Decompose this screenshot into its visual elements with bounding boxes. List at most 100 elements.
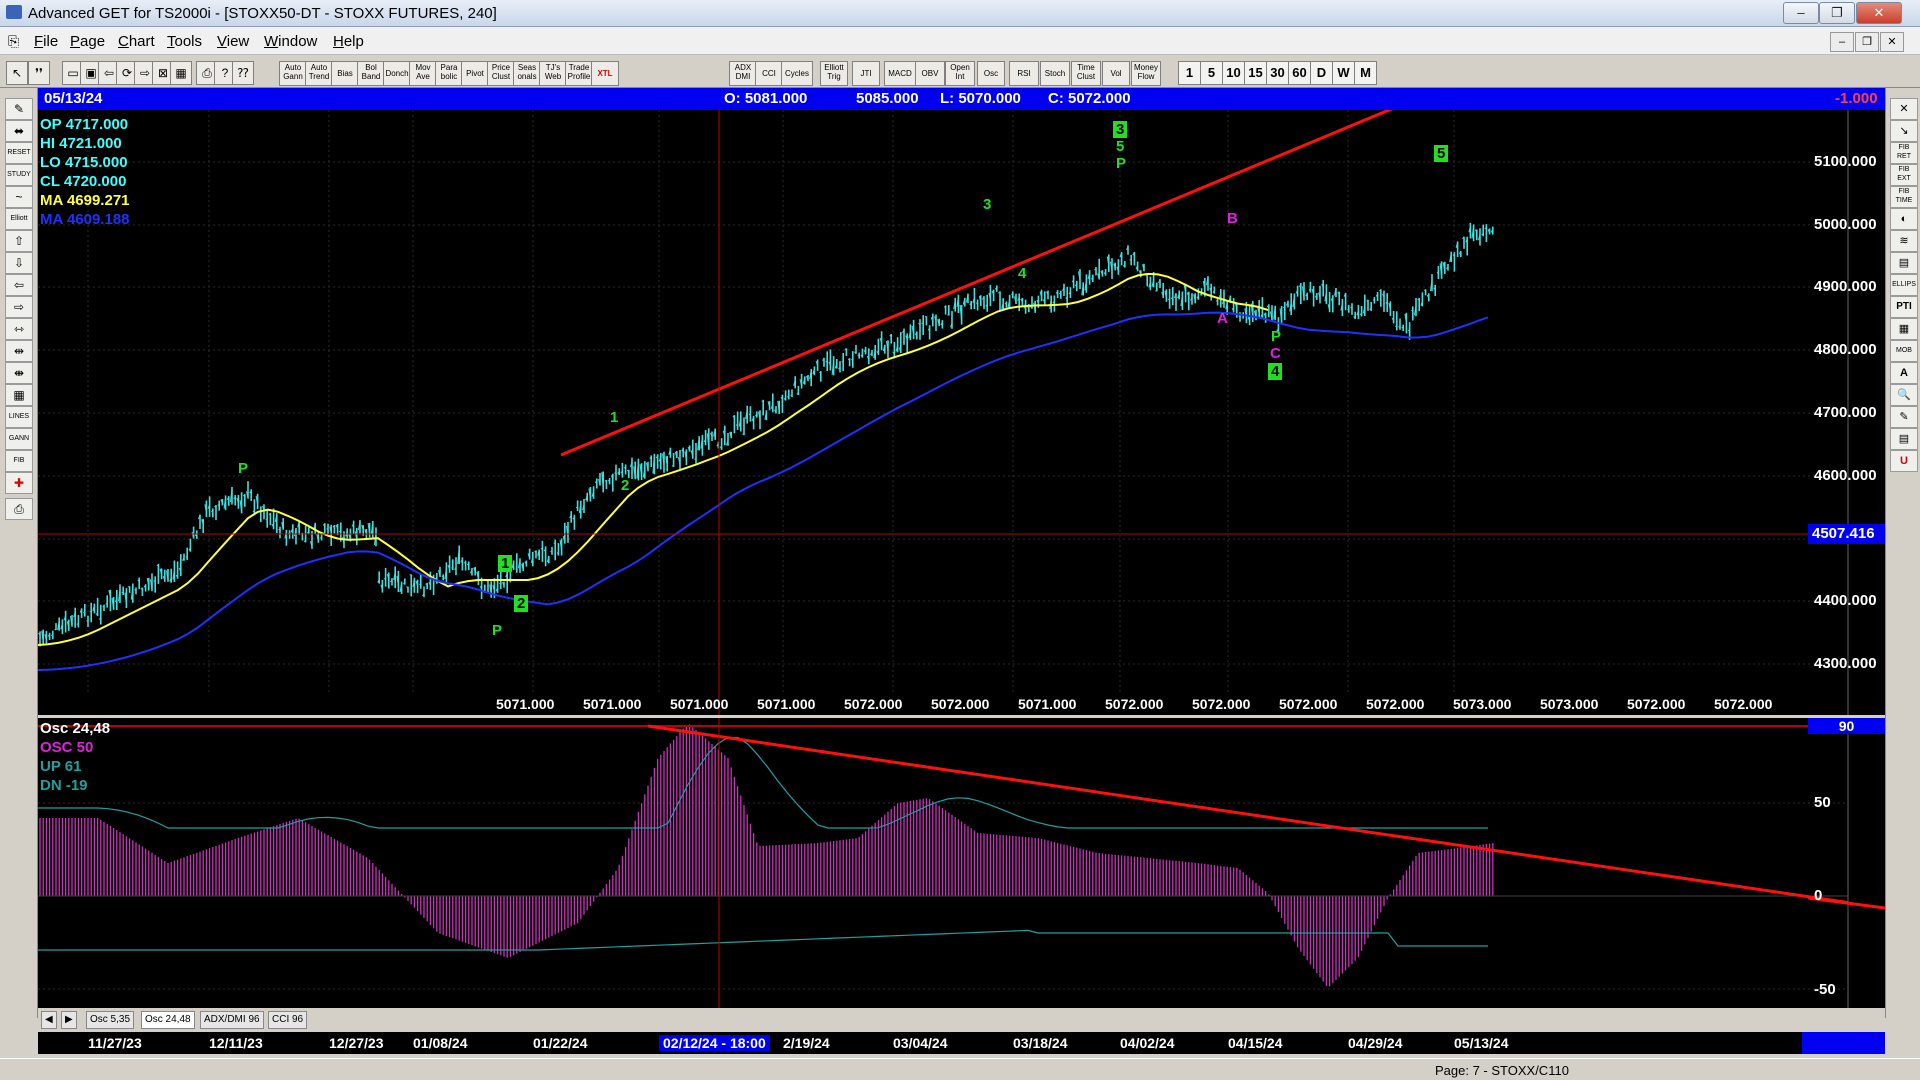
tool-macd[interactable]: MACD (884, 61, 916, 86)
price-chart[interactable]: OP 4717.000 HI 4721.000 LO 4715.000 CL 4… (38, 110, 1885, 715)
tool-osc[interactable]: Osc (977, 61, 1005, 86)
rtool-delete-icon[interactable]: ✕ (1890, 98, 1918, 120)
tab-osc-5-35[interactable]: Osc 5,35 (86, 1011, 135, 1029)
tool-xtl[interactable]: XTL (591, 61, 619, 86)
menu-file[interactable]: File (34, 33, 58, 50)
tool-left-icon[interactable]: ⇦ (5, 274, 33, 296)
interval-monthly[interactable]: M (1354, 61, 1377, 85)
tool-cycles[interactable]: Cycles (781, 61, 813, 86)
tool-grid-icon[interactable]: ▦ (5, 384, 33, 406)
tool-trade-profile[interactable]: Trade Profile (565, 61, 593, 86)
rtool-magnet-icon[interactable]: U (1890, 450, 1918, 472)
tool-expand-icon[interactable]: ⇿ (5, 318, 33, 340)
tool-up-icon[interactable]: ⇧ (5, 230, 33, 252)
tool-donch[interactable]: Donch (383, 61, 411, 86)
tool-vol[interactable]: Vol (1102, 61, 1130, 86)
tool-bias[interactable]: Bias (331, 61, 359, 86)
rtool-fan-icon[interactable]: ≋ (1890, 230, 1918, 252)
cursor-icon[interactable]: ↖ (6, 61, 28, 85)
tool-seasonals[interactable]: Seas onals (513, 61, 541, 86)
tab-osc-24-48[interactable]: Osc 24,48 (141, 1011, 195, 1029)
context-help-icon[interactable]: ⁇ (232, 61, 254, 85)
tool-elliott-trig[interactable]: Elliott Trig (820, 61, 848, 86)
ma-fast-line (38, 272, 1269, 646)
tool-price-clust[interactable]: Price Clust (487, 61, 515, 86)
tool-bol-band[interactable]: Bol Band (357, 61, 385, 86)
rtool-fib-time[interactable]: FIB TIME (1890, 186, 1918, 208)
tool-obv[interactable]: OBV (915, 61, 945, 86)
tool-rsi[interactable]: RSI (1009, 61, 1039, 86)
tool-parabolic[interactable]: Para bolic (435, 61, 463, 86)
tab-adx-dmi-96[interactable]: ADX/DMI 96 (200, 1011, 264, 1029)
oscillator-chart[interactable]: Osc 24,48 OSC 50 UP 61 DN -19 90 50 0 -5… (38, 718, 1885, 1008)
tool-gann[interactable]: GANN (5, 428, 33, 450)
tool-jti[interactable]: JTI (852, 61, 880, 86)
tool-stoch[interactable]: Stoch (1040, 61, 1070, 86)
maximize-button[interactable]: ❐ (1819, 2, 1855, 24)
interval-10[interactable]: 10 (1222, 61, 1245, 85)
menu-tools[interactable]: Tools (167, 33, 202, 50)
tool-open-icon[interactable]: ✎ (5, 98, 33, 120)
menu-chart[interactable]: Chart (118, 33, 155, 50)
grid-icon[interactable]: ▦ (170, 61, 192, 85)
rtool-text-icon[interactable]: A (1890, 362, 1918, 384)
interval-weekly[interactable]: W (1332, 61, 1355, 85)
tab-cci-96[interactable]: CCI 96 (268, 1011, 308, 1029)
tool-study[interactable]: STUDY (5, 164, 33, 186)
tab-scroll-left-icon[interactable]: ◀ (41, 1011, 57, 1029)
tool-pivot[interactable]: Pivot (461, 61, 489, 86)
rtool-box-icon[interactable]: ▤ (1890, 252, 1918, 274)
rtool-mob[interactable]: MOB (1890, 340, 1918, 362)
tool-right-icon[interactable]: ⇨ (5, 296, 33, 318)
interval-5[interactable]: 5 (1200, 61, 1223, 85)
mdi-minimize-button[interactable]: – (1830, 32, 1854, 52)
menu-page[interactable]: Page (70, 33, 105, 50)
rtool-circle-icon[interactable]: ◐ (1890, 208, 1918, 230)
tool-fib[interactable]: FIB (5, 450, 33, 472)
minimize-button[interactable]: – (1783, 2, 1819, 24)
tool-auto-trend[interactable]: Auto Trend (305, 61, 333, 86)
interval-1[interactable]: 1 (1178, 61, 1201, 85)
tool-print-icon[interactable]: ⎙ (5, 498, 33, 520)
tool-auto-gann[interactable]: Auto Gann (279, 61, 307, 86)
tool-compress-icon[interactable]: ⇹ (5, 340, 33, 362)
interval-60[interactable]: 60 (1288, 61, 1311, 85)
tool-open-int[interactable]: Open Int (945, 61, 975, 86)
rtool-fib-ext[interactable]: FIB EXT (1890, 164, 1918, 186)
tool-lines[interactable]: LINES (5, 406, 33, 428)
rtool-zoom-icon[interactable]: 🔍 (1890, 384, 1918, 406)
tab-scroll-right-icon[interactable]: ▶ (61, 1011, 77, 1029)
rtool-list-icon[interactable]: ▤ (1890, 428, 1918, 450)
tool-reset[interactable]: RESET (5, 142, 33, 164)
rtool-pencil-icon[interactable]: ✎ (1890, 406, 1918, 428)
tool-money-flow[interactable]: Money Flow (1131, 61, 1161, 86)
tool-elliott[interactable]: Elliott (5, 208, 33, 230)
interval-30[interactable]: 30 (1266, 61, 1289, 85)
rtool-line-icon[interactable]: ↘ (1890, 120, 1918, 142)
menu-view[interactable]: View (217, 33, 249, 50)
tool-mov-ave[interactable]: Mov Ave (409, 61, 437, 86)
tool-adx-dmi[interactable]: ADX DMI (729, 61, 757, 86)
tool-tjs-web[interactable]: TJ's Web (539, 61, 567, 86)
mdi-close-button[interactable]: ✕ (1880, 32, 1904, 52)
rtool-pti[interactable]: PTI (1890, 296, 1918, 318)
tool-cci[interactable]: CCI (755, 61, 783, 86)
rtool-ellipse[interactable]: ELLIPS (1890, 274, 1918, 296)
tool-fit-icon[interactable]: ⇼ (5, 362, 33, 384)
interval-15[interactable]: 15 (1244, 61, 1267, 85)
rtool-grid-icon[interactable]: ▦ (1890, 318, 1918, 340)
rtool-fib-ret[interactable]: FIB RET (1890, 142, 1918, 164)
mdi-restore-button[interactable]: ❐ (1855, 32, 1879, 52)
tool-time-clust[interactable]: Time Clust (1071, 61, 1101, 86)
menu-help[interactable]: Help (333, 33, 364, 50)
tool-down-icon[interactable]: ⇩ (5, 252, 33, 274)
help-cursor-icon[interactable]: ❜❜ (28, 61, 50, 85)
interval-daily[interactable]: D (1310, 61, 1333, 85)
tool-crosshair-icon[interactable]: ✚ (5, 472, 33, 494)
menu-window[interactable]: Window (264, 33, 317, 50)
date-axis: 11/27/23 12/11/23 12/27/23 01/08/24 01/2… (38, 1032, 1885, 1054)
tool-wave-icon[interactable]: ~ (5, 186, 33, 208)
tool-pan-icon[interactable]: ⬌ (5, 120, 33, 142)
close-button[interactable]: ✕ (1856, 2, 1902, 24)
trendline-upper[interactable] (560, 110, 1473, 457)
